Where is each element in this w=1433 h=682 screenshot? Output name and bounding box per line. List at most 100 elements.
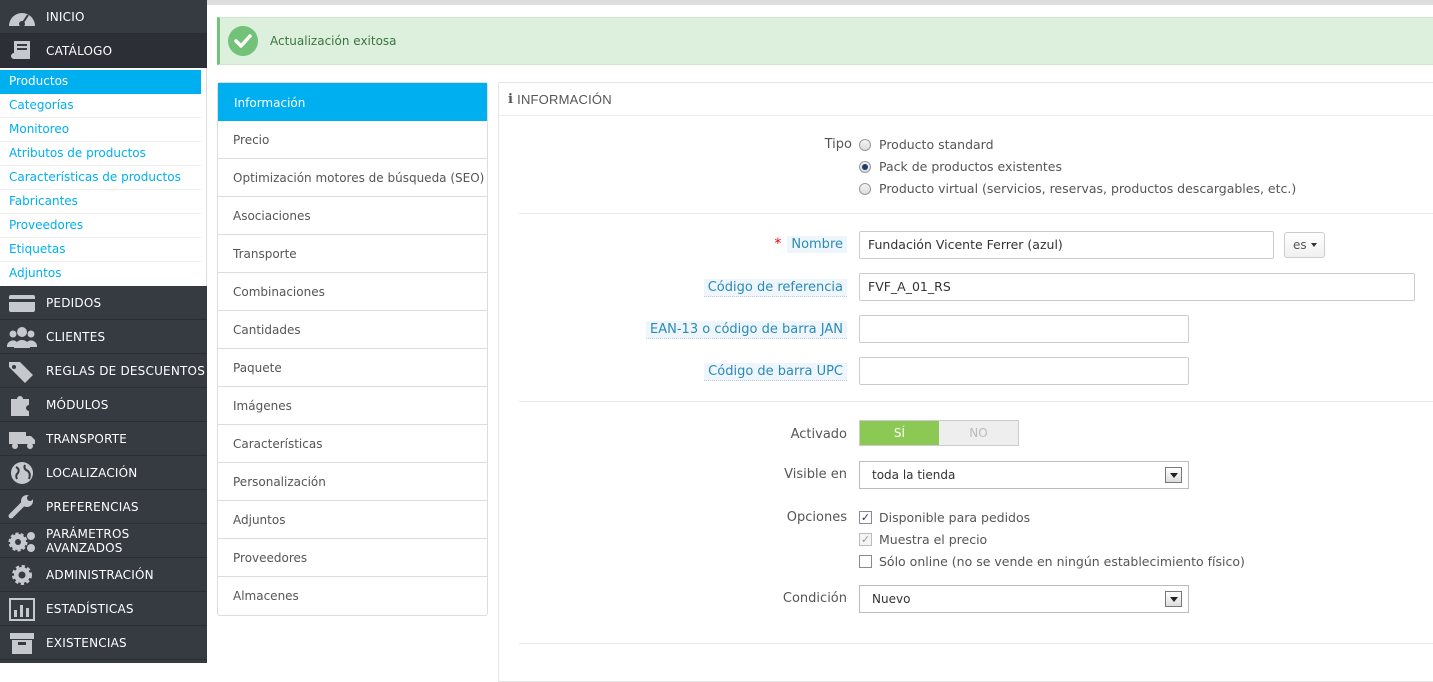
puzzle-icon xyxy=(7,393,37,417)
type-label: Tipo xyxy=(824,137,852,152)
name-input[interactable]: Fundación Vicente Ferrer (azul) xyxy=(859,231,1274,259)
tab-paquete[interactable]: Paquete xyxy=(218,349,487,387)
bar-chart-icon xyxy=(7,597,37,621)
language-dropdown[interactable]: es xyxy=(1284,232,1325,258)
submenu-item-adjuntos[interactable]: Adjuntos xyxy=(0,262,201,286)
cog-icon xyxy=(7,563,37,587)
tab-proveedores[interactable]: Proveedores xyxy=(218,539,487,577)
reference-input[interactable]: FVF_A_01_RS xyxy=(859,273,1415,301)
visibility-label: Visible en xyxy=(784,467,847,482)
nav-item-inicio[interactable]: INICIO xyxy=(0,0,207,34)
nav-item-transporte[interactable]: TRANSPORTE xyxy=(0,422,207,456)
radio-label: Pack de productos existentes xyxy=(879,159,1063,174)
nav-label: EXISTENCIAS xyxy=(46,635,127,650)
truck-icon xyxy=(7,427,37,451)
tab-transporte[interactable]: Transporte xyxy=(218,235,487,273)
nav-item-reglas-descuentos[interactable]: REGLAS DE DESCUENTOS xyxy=(0,354,207,388)
ean-input[interactable] xyxy=(859,315,1189,343)
option-available-for-order[interactable]: ✓ Disponible para pedidos xyxy=(859,510,1030,525)
book-icon xyxy=(7,39,37,63)
tab-caracteristicas[interactable]: Características xyxy=(218,425,487,463)
top-divider xyxy=(207,0,1433,5)
info-icon: i xyxy=(508,91,514,107)
tab-cantidades[interactable]: Cantidades xyxy=(218,311,487,349)
nav-item-existencias[interactable]: EXISTENCIAS xyxy=(0,626,207,660)
dropdown-arrow-icon xyxy=(1165,467,1182,483)
submenu-item-productos[interactable]: Productos xyxy=(0,70,201,94)
wrench-icon xyxy=(7,495,37,519)
nav-item-administracion[interactable]: ADMINISTRACIÓN xyxy=(0,558,207,592)
nav-item-modulos[interactable]: MÓDULOS xyxy=(0,388,207,422)
radio-label: Producto standard xyxy=(879,137,994,152)
users-icon xyxy=(7,325,37,349)
catalog-submenu: Productos Categorías Monitoreo Atributos… xyxy=(0,68,207,286)
nav-item-estadisticas[interactable]: ESTADÍSTICAS xyxy=(0,592,207,626)
visibility-value: toda la tienda xyxy=(872,468,956,482)
name-label-text: Nombre xyxy=(787,236,847,253)
option-show-price[interactable]: ✓ Muestra el precio xyxy=(859,532,987,547)
type-option-pack[interactable]: Pack de productos existentes xyxy=(859,159,1062,174)
globe-icon xyxy=(7,461,37,485)
condition-value: Nuevo xyxy=(872,592,911,606)
checkbox[interactable]: ✓ xyxy=(859,533,872,546)
checkbox[interactable]: ✓ xyxy=(859,511,872,524)
nav-label: PREFERENCIAS xyxy=(46,499,139,514)
nav-item-localizacion[interactable]: LOCALIZACIÓN xyxy=(0,456,207,490)
language-code: es xyxy=(1293,238,1307,252)
tab-precio[interactable]: Precio xyxy=(218,121,487,159)
condition-select[interactable]: Nuevo xyxy=(859,585,1189,613)
upc-input[interactable] xyxy=(859,357,1189,385)
nav-item-catalogo[interactable]: CATÁLOGO xyxy=(0,34,207,68)
type-option-virtual[interactable]: Producto virtual (servicios, reservas, p… xyxy=(859,181,1296,196)
visibility-select[interactable]: toda la tienda xyxy=(859,461,1189,489)
divider xyxy=(519,401,1433,402)
nav-label: ESTADÍSTICAS xyxy=(46,601,134,616)
radio-label: Producto virtual (servicios, reservas, p… xyxy=(879,181,1297,196)
tab-combinaciones[interactable]: Combinaciones xyxy=(218,273,487,311)
active-toggle[interactable]: SÍ NO xyxy=(859,420,1019,446)
divider xyxy=(519,643,1433,644)
nav-item-pedidos[interactable]: PEDIDOS xyxy=(0,286,207,320)
submenu-item-categorias[interactable]: Categorías xyxy=(0,94,201,118)
nav-label: PARÁMETROS AVANZADOS xyxy=(46,526,130,555)
tab-adjuntos[interactable]: Adjuntos xyxy=(218,501,487,539)
required-asterisk: * xyxy=(774,236,782,252)
nav-item-parametros-avanzados[interactable]: PARÁMETROS AVANZADOS xyxy=(0,524,207,558)
submenu-item-atributos[interactable]: Atributos de productos xyxy=(0,142,201,166)
archive-icon xyxy=(7,631,37,655)
radio-button[interactable] xyxy=(859,160,871,173)
nav-label: PEDIDOS xyxy=(46,295,102,310)
submenu-item-fabricantes[interactable]: Fabricantes xyxy=(0,190,201,214)
active-label: Activado xyxy=(790,427,847,442)
submenu-item-etiquetas[interactable]: Etiquetas xyxy=(0,238,201,262)
nav-label: MÓDULOS xyxy=(46,397,109,412)
main-nav: INICIO CATÁLOGO Productos Categorías Mon… xyxy=(0,0,207,663)
name-label: * Nombre xyxy=(774,236,847,253)
tab-informacion[interactable]: Información xyxy=(218,83,487,121)
nav-label: LOCALIZACIÓN xyxy=(46,465,138,480)
nav-item-clientes[interactable]: CLIENTES xyxy=(0,320,207,354)
toggle-no[interactable]: NO xyxy=(939,421,1018,445)
nav-label: ADMINISTRACIÓN xyxy=(46,567,154,582)
tab-imagenes[interactable]: Imágenes xyxy=(218,387,487,425)
submenu-item-proveedores[interactable]: Proveedores xyxy=(0,214,201,238)
submenu-item-monitoreo[interactable]: Monitoreo xyxy=(0,118,201,142)
radio-button[interactable] xyxy=(859,138,871,151)
reference-label: Código de referencia xyxy=(703,279,847,297)
option-online-only[interactable]: Sólo online (no se vende en ningún estab… xyxy=(859,554,1245,569)
tab-seo[interactable]: Optimización motores de búsqueda (SEO) xyxy=(218,159,487,197)
type-option-standard[interactable]: Producto standard xyxy=(859,137,994,152)
information-panel: i INFORMACIÓN Tipo Producto standard Pac… xyxy=(498,82,1433,682)
nav-label: CLIENTES xyxy=(46,329,106,344)
nav-item-preferencias[interactable]: PREFERENCIAS xyxy=(0,490,207,524)
tab-almacenes[interactable]: Almacenes xyxy=(218,577,487,615)
submenu-item-caracteristicas[interactable]: Características de productos xyxy=(0,166,201,190)
tab-personalizacion[interactable]: Personalización xyxy=(218,463,487,501)
tab-asociaciones[interactable]: Asociaciones xyxy=(218,197,487,235)
panel-title: INFORMACIÓN xyxy=(517,91,612,107)
radio-button[interactable] xyxy=(859,182,871,195)
toggle-yes[interactable]: SÍ xyxy=(860,421,939,445)
checkbox-label: Sólo online (no se vende en ningún estab… xyxy=(879,554,1245,569)
checkbox[interactable] xyxy=(859,555,872,568)
checkbox-label: Muestra el precio xyxy=(879,532,988,547)
